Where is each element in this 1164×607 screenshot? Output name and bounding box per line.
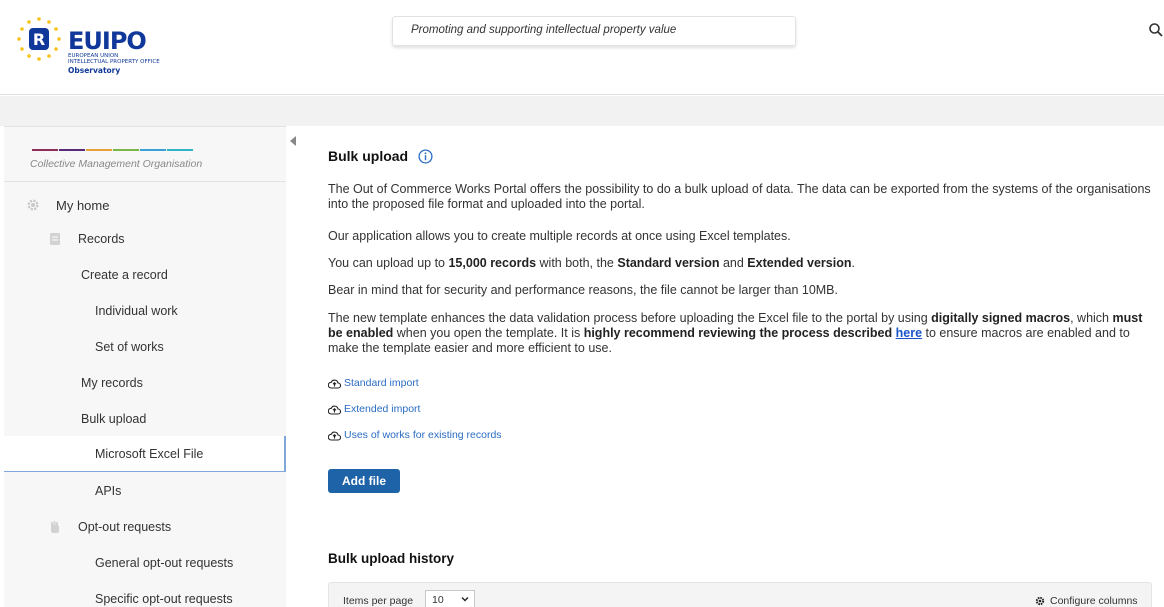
uses-of-works-link[interactable]: Uses of works for existing records	[328, 429, 502, 441]
sidebar-item-label: Opt-out requests	[78, 520, 172, 534]
sidebar-item-apis[interactable]: APIs	[4, 473, 286, 509]
color-bar-segment	[113, 149, 139, 151]
eu-stars-logo-icon: R	[17, 17, 61, 61]
page-header: R EUIPO EUROPEAN UNION INTELLECTUAL PROP…	[0, 0, 1164, 95]
limit-records-bold: 15,000 records	[448, 256, 537, 270]
macros-bold-1: digitally signed macros	[931, 311, 1071, 325]
templates-paragraph: Our application allows you to create mul…	[328, 229, 791, 243]
history-table-toolbar: Items per page 10 Configure columns	[328, 582, 1152, 607]
macros-text-2: , which	[1070, 311, 1113, 325]
macros-text-3: when you open the template. It is	[393, 326, 584, 340]
add-file-button[interactable]: Add file	[328, 469, 400, 493]
configure-columns-button[interactable]: Configure columns	[1035, 595, 1138, 607]
gear-icon	[1035, 596, 1045, 606]
svg-text:R: R	[33, 30, 45, 49]
document-icon	[50, 233, 60, 245]
sidebar-item-label: My records	[81, 376, 143, 390]
info-icon[interactable]	[418, 148, 433, 164]
color-bar-segment	[167, 149, 193, 151]
sidebar-item-label: Records	[78, 232, 125, 246]
intro-paragraph: The Out of Commerce Works Portal offers …	[328, 182, 1151, 211]
sidebar-item-bulk-upload[interactable]: Bulk upload	[4, 401, 286, 437]
color-bar-segment	[32, 149, 58, 151]
color-bar-segment	[140, 149, 166, 151]
extended-import-link[interactable]: Extended import	[328, 403, 420, 415]
search-icon[interactable]	[1148, 22, 1164, 38]
sidebar-item-opt-out-requests[interactable]: Opt-out requests	[4, 509, 286, 545]
size-paragraph: Bear in mind that for security and perfo…	[328, 283, 838, 297]
cloud-upload-icon	[328, 379, 341, 389]
chevron-down-icon	[461, 597, 469, 602]
here-link[interactable]: here	[896, 326, 922, 340]
sidebar-item-label: My home	[56, 197, 110, 213]
standard-version-bold: Standard version	[617, 256, 720, 270]
sidebar-nav: Collective Management Organisation My ho…	[4, 126, 286, 607]
items-per-page-value: 10	[432, 594, 444, 606]
macros-paragraph: The new template enhances the data valid…	[328, 311, 1158, 356]
sidebar-item-label: General opt-out requests	[95, 556, 234, 570]
color-bar-segment	[59, 149, 85, 151]
sidebar-item-create-record[interactable]: Create a record	[4, 257, 286, 293]
sidebar-item-individual-work[interactable]: Individual work	[4, 293, 286, 329]
logo-wordmark: EUIPO	[68, 27, 147, 55]
macros-bold-3: highly recommend reviewing the process d…	[583, 326, 893, 340]
sidebar-item-records[interactable]: Records	[4, 221, 286, 257]
extended-version-bold: Extended version	[747, 256, 852, 270]
euipo-logo[interactable]: R EUIPO EUROPEAN UNION INTELLECTUAL PROP…	[14, 14, 194, 75]
gear-icon	[27, 199, 39, 211]
standard-import-label: Standard import	[344, 377, 419, 389]
tagline-banner: Promoting and supporting intellectual pr…	[392, 16, 796, 46]
color-bar-segment	[86, 149, 112, 151]
header-spacer-band	[0, 96, 1164, 126]
page-title: Bulk upload	[328, 148, 433, 164]
limit-text-3: and	[719, 256, 748, 270]
sidebar-item-microsoft-excel-file[interactable]: Microsoft Excel File	[4, 436, 286, 472]
extended-import-label: Extended import	[344, 403, 421, 415]
sidebar-item-label: Create a record	[81, 268, 168, 282]
sidebar-item-label: Set of works	[95, 340, 164, 354]
sidebar-item-specific-opt-out[interactable]: Specific opt-out requests	[4, 581, 286, 607]
sidebar-item-set-of-works[interactable]: Set of works	[4, 329, 286, 365]
limit-paragraph: You can upload up to 15,000 records with…	[328, 256, 1158, 271]
limit-text-1: You can upload up to	[328, 256, 449, 270]
items-per-page-select[interactable]: 10	[425, 590, 475, 607]
cloud-upload-icon	[328, 431, 341, 441]
sidebar-item-label: Individual work	[95, 304, 178, 318]
items-per-page-label: Items per page	[343, 595, 414, 607]
logo-observatory: Observatory	[68, 66, 121, 75]
macros-text-1: The new template enhances the data valid…	[328, 311, 932, 325]
cloud-upload-icon	[328, 405, 341, 415]
standard-import-link[interactable]: Standard import	[328, 377, 419, 389]
sidebar-color-bar	[32, 149, 194, 151]
sidebar-item-label: Microsoft Excel File	[95, 446, 204, 461]
history-section-title: Bulk upload history	[328, 551, 455, 566]
hand-icon	[51, 521, 59, 533]
logo-subtitle-line2: INTELLECTUAL PROPERTY OFFICE	[68, 59, 160, 65]
chevron-left-icon[interactable]	[289, 136, 297, 146]
sidebar-item-my-home[interactable]: My home	[4, 187, 286, 223]
sidebar-item-label: APIs	[95, 484, 122, 498]
sidebar-item-general-opt-out[interactable]: General opt-out requests	[4, 545, 286, 581]
limit-text-4: .	[851, 256, 855, 270]
limit-text-2: with both, the	[536, 256, 618, 270]
configure-columns-label: Configure columns	[1050, 595, 1138, 607]
sidebar-item-label: Bulk upload	[81, 412, 147, 426]
sidebar-divider	[4, 181, 286, 182]
sidebar-item-my-records[interactable]: My records	[4, 365, 286, 401]
page-title-text: Bulk upload	[328, 148, 409, 164]
sidebar-item-label: Specific opt-out requests	[95, 592, 233, 606]
uses-of-works-label: Uses of works for existing records	[344, 429, 502, 441]
org-type-label: Collective Management Organisation	[30, 158, 203, 170]
logo-subtitle: EUROPEAN UNION INTELLECTUAL PROPERTY OFF…	[68, 53, 188, 65]
